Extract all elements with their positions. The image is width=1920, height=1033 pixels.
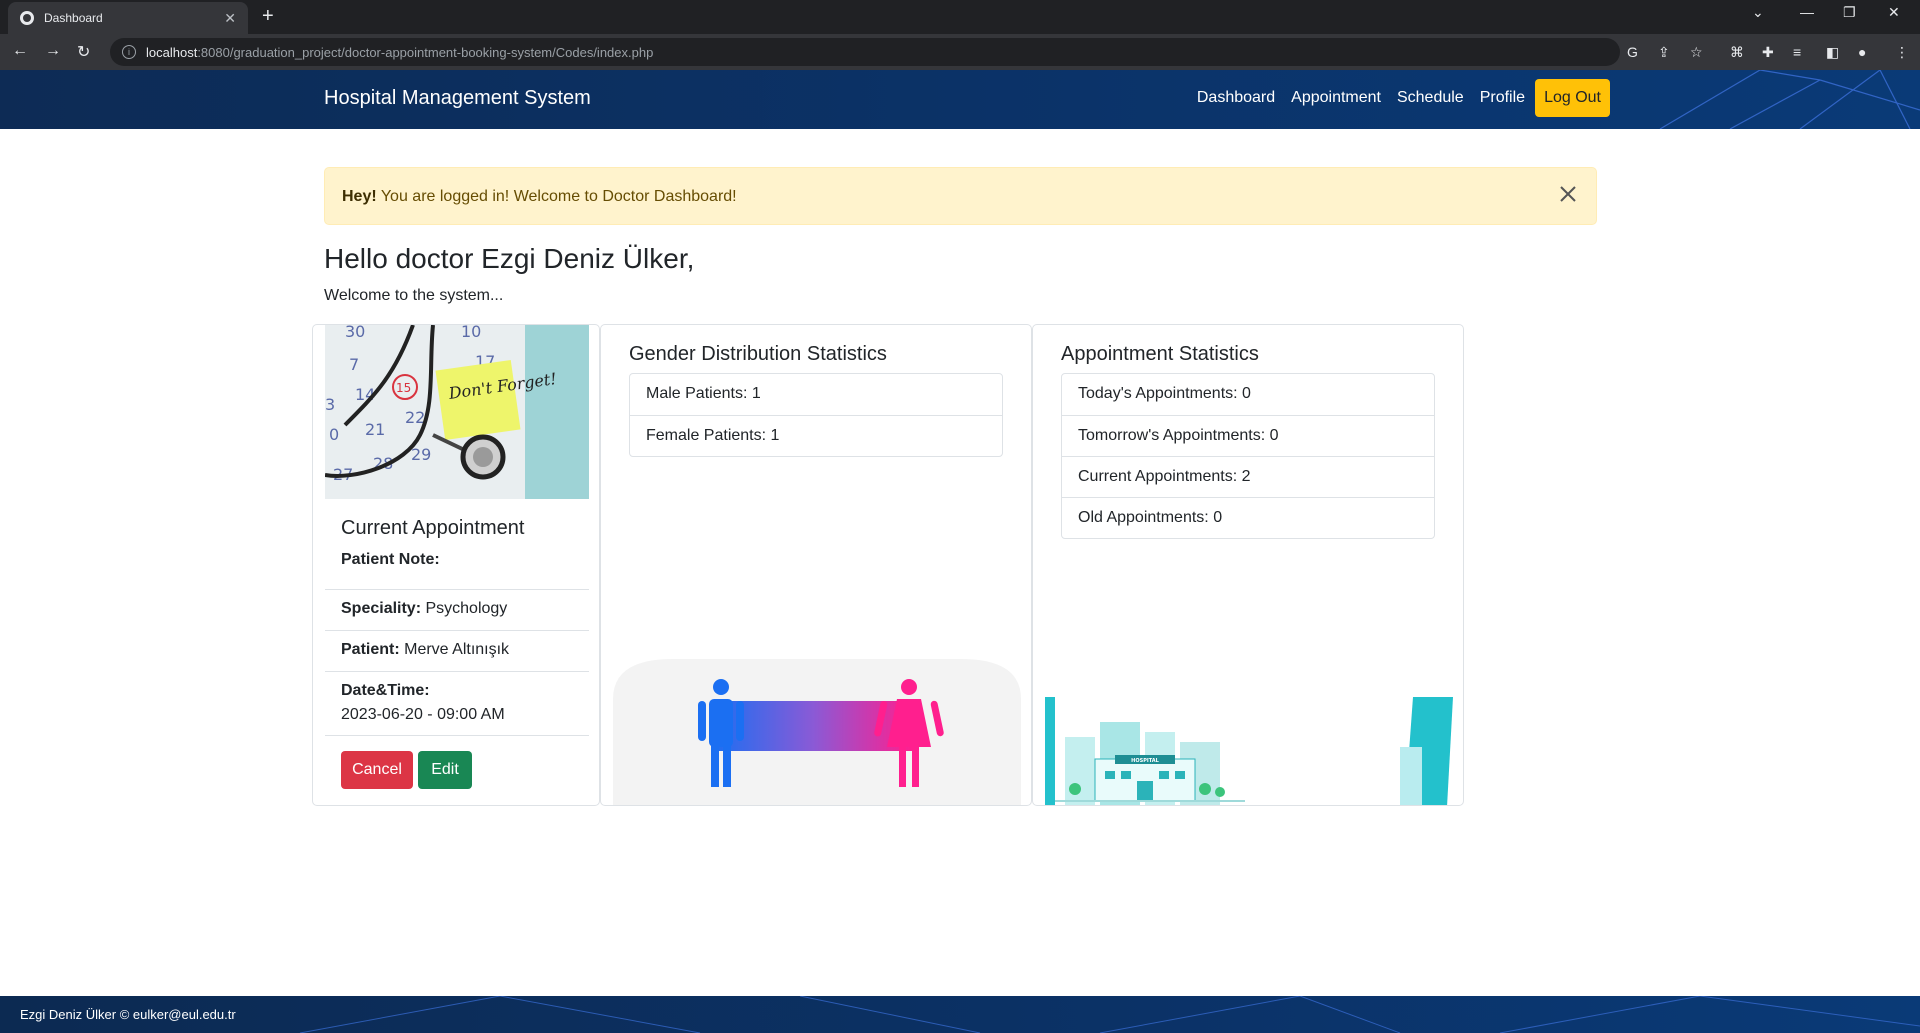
forward-icon[interactable]: → bbox=[45, 42, 61, 60]
globe-icon bbox=[20, 11, 34, 25]
svg-text:15: 15 bbox=[396, 381, 411, 395]
minimize-icon[interactable]: — bbox=[1800, 4, 1814, 20]
tomorrows-appointments-row: Tomorrow's Appointments: 0 bbox=[1062, 415, 1434, 456]
old-appointments-row: Old Appointments: 0 bbox=[1062, 497, 1434, 538]
gender-stats-list: Male Patients: 1 Female Patients: 1 bbox=[629, 373, 1003, 457]
brand-title[interactable]: Hospital Management System bbox=[324, 87, 591, 110]
alert-text: You are logged in! Welcome to Doctor Das… bbox=[376, 188, 737, 205]
site-info-icon[interactable]: i bbox=[122, 45, 136, 59]
hospital-sign-text: HOSPITAL bbox=[1131, 758, 1159, 764]
browser-toolbar: ← → ↻ i localhost :8080/graduation_proje… bbox=[0, 34, 1920, 70]
edit-button[interactable]: Edit bbox=[418, 751, 472, 789]
reload-icon[interactable]: ↻ bbox=[77, 42, 90, 62]
male-patients-row: Male Patients: 1 bbox=[646, 385, 761, 402]
browser-tabbar: Dashboard ✕ + ⌄ — ❐ ✕ bbox=[0, 0, 1920, 34]
network-decoration bbox=[1659, 70, 1920, 129]
browser-tab[interactable]: Dashboard ✕ bbox=[8, 2, 248, 34]
female-patients-row: Female Patients: 1 bbox=[630, 415, 1002, 456]
gender-stats-title: Gender Distribution Statistics bbox=[629, 343, 887, 365]
svg-text:30: 30 bbox=[345, 325, 365, 341]
svg-text:3: 3 bbox=[325, 395, 335, 414]
svg-text:0: 0 bbox=[329, 425, 339, 444]
datetime-value: 2023-06-20 - 09:00 AM bbox=[341, 706, 505, 723]
nav-appointment[interactable]: Appointment bbox=[1291, 89, 1381, 107]
close-window-icon[interactable]: ✕ bbox=[1888, 4, 1900, 21]
appointment-stats-title: Appointment Statistics bbox=[1061, 343, 1259, 365]
page-subtitle: Welcome to the system... bbox=[324, 287, 504, 304]
patient-value: Merve Altınışık bbox=[404, 641, 510, 658]
cancel-button[interactable]: Cancel bbox=[341, 751, 413, 789]
translate-icon[interactable]: ⌘ bbox=[1730, 44, 1744, 61]
speciality-label: Speciality: bbox=[341, 600, 422, 617]
patient-note-label: Patient Note: bbox=[341, 551, 440, 568]
url-host: localhost bbox=[146, 44, 198, 60]
svg-text:29: 29 bbox=[411, 445, 431, 464]
logout-button[interactable]: Log Out bbox=[1535, 79, 1610, 117]
page-title: Hello doctor Ezgi Deniz Ülker, bbox=[324, 243, 695, 274]
svg-text:10: 10 bbox=[461, 325, 481, 341]
close-icon[interactable] bbox=[1558, 184, 1578, 204]
alert-strong: Hey! bbox=[342, 188, 377, 205]
calendar-stethoscope-photo: 30 10 7 17 14 3 21 22 0 27 28 29 15 Don't Forg… bbox=[325, 325, 589, 499]
profile-avatar-icon[interactable]: ● bbox=[1858, 44, 1866, 60]
menu-kebab-icon[interactable]: ⋮ bbox=[1895, 44, 1909, 61]
svg-text:21: 21 bbox=[365, 420, 385, 439]
share-icon[interactable]: ⇪ bbox=[1658, 44, 1670, 61]
tab-close-icon[interactable]: ✕ bbox=[224, 10, 236, 27]
footer-text: Ezgi Deniz Ülker © eulker@eul.edu.tr bbox=[20, 1007, 236, 1022]
datetime-row: Date&Time: 2023-06-20 - 09:00 AM bbox=[325, 671, 589, 736]
url-path: :8080/graduation_project/doctor-appointm… bbox=[197, 44, 654, 60]
back-icon[interactable]: ← bbox=[12, 42, 28, 60]
bookmark-star-icon[interactable]: ☆ bbox=[1690, 44, 1703, 61]
nav-links: Dashboard Appointment Schedule Profile L… bbox=[1181, 79, 1610, 117]
hospital-illustration: HOSPITAL bbox=[1045, 697, 1453, 805]
tab-search-icon[interactable]: ⌄ bbox=[1752, 4, 1764, 21]
nav-dashboard[interactable]: Dashboard bbox=[1197, 89, 1275, 107]
speciality-row: Speciality: Psychology bbox=[325, 589, 589, 630]
speciality-value: Psychology bbox=[425, 600, 508, 617]
side-panel-icon[interactable]: ◧ bbox=[1826, 44, 1839, 61]
reading-list-icon[interactable]: ≡ bbox=[1793, 44, 1801, 60]
current-appointment-title: Current Appointment bbox=[341, 517, 525, 539]
extensions-icon[interactable]: ✚ bbox=[1762, 44, 1774, 61]
current-appointment-card: 30 10 7 17 14 3 21 22 0 27 28 29 15 Don't Forg… bbox=[312, 324, 600, 806]
datetime-label: Date&Time: bbox=[341, 682, 430, 699]
nav-profile[interactable]: Profile bbox=[1480, 89, 1525, 107]
tab-title: Dashboard bbox=[44, 11, 103, 25]
gender-stats-card: Gender Distribution Statistics Male Pati… bbox=[600, 324, 1032, 806]
restore-icon[interactable]: ❐ bbox=[1843, 4, 1856, 21]
url-bar[interactable]: i localhost :8080/graduation_project/doc… bbox=[110, 38, 1620, 66]
appointment-stats-card: Appointment Statistics Today's Appointme… bbox=[1032, 324, 1464, 806]
app-navbar: Hospital Management System Dashboard App… bbox=[0, 70, 1920, 129]
current-appointments-row: Current Appointments: 2 bbox=[1062, 456, 1434, 497]
todays-appointments-row: Today's Appointments: 0 bbox=[1078, 385, 1251, 402]
google-icon[interactable]: G bbox=[1627, 44, 1638, 60]
patient-row: Patient: Merve Altınışık bbox=[325, 630, 589, 671]
nav-schedule[interactable]: Schedule bbox=[1397, 89, 1464, 107]
appointment-stats-list: Today's Appointments: 0 Tomorrow's Appoi… bbox=[1061, 373, 1435, 539]
welcome-alert: Hey! You are logged in! Welcome to Docto… bbox=[324, 167, 1597, 225]
gender-illustration bbox=[613, 659, 1021, 805]
footer-network-decoration bbox=[299, 996, 1920, 1033]
footer: Ezgi Deniz Ülker © eulker@eul.edu.tr bbox=[0, 996, 1920, 1033]
svg-text:7: 7 bbox=[349, 355, 359, 374]
new-tab-icon[interactable]: + bbox=[262, 5, 274, 28]
patient-label: Patient: bbox=[341, 641, 400, 658]
